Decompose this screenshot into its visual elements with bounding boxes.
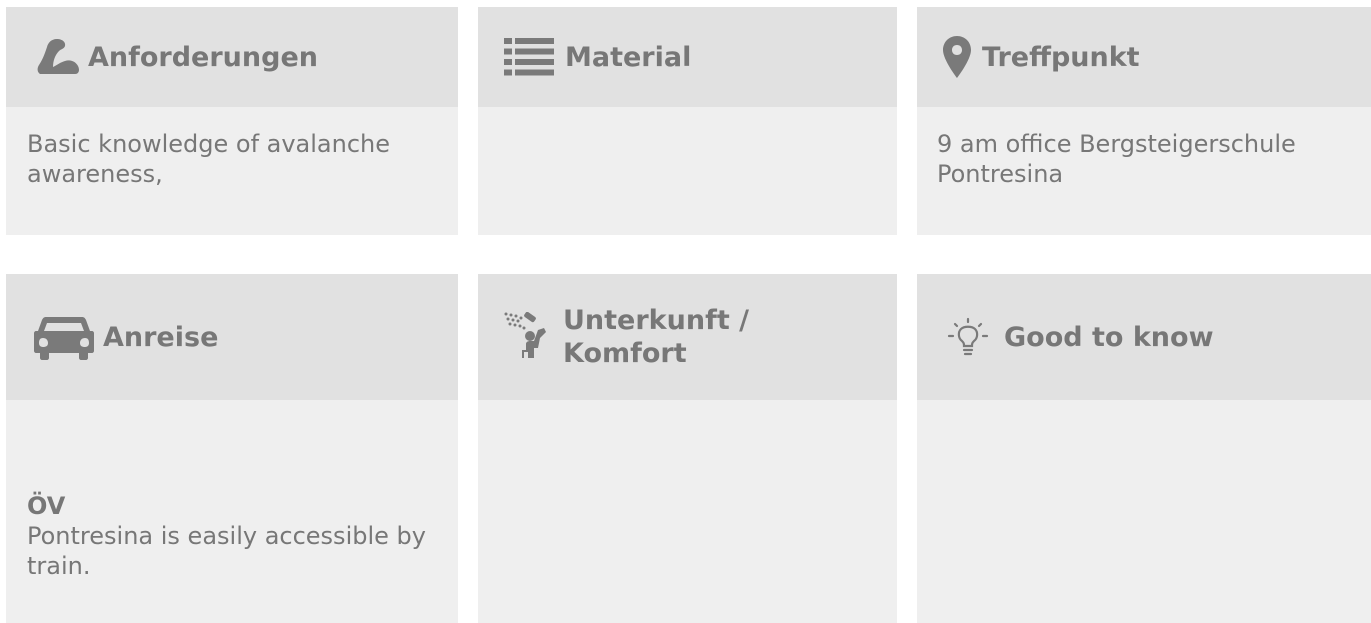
card-treffpunkt: Treffpunkt 9 am office Bergsteigerschule… bbox=[917, 7, 1371, 235]
card-good-to-know: Good to know bbox=[917, 274, 1371, 623]
card-header: Treffpunkt bbox=[917, 7, 1371, 107]
card-body-text: Basic knowledge of avalanche awareness, bbox=[27, 130, 391, 188]
card-anforderungen: Anforderungen Basic knowledge of avalanc… bbox=[6, 7, 458, 235]
card-title: Good to know bbox=[1004, 321, 1214, 353]
card-title: Unterkunft / Komfort bbox=[563, 304, 749, 370]
car-icon bbox=[33, 312, 95, 362]
card-body bbox=[917, 400, 1371, 623]
card-body-text: 9 am office Bergsteigerschule Pontresina bbox=[937, 130, 1296, 188]
card-title: Anreise bbox=[103, 321, 219, 353]
flexed-arm-icon bbox=[34, 37, 82, 77]
card-body: ÖV Pontresina is easily accessible by tr… bbox=[6, 400, 458, 623]
card-body bbox=[478, 400, 897, 623]
card-header: Anreise bbox=[6, 274, 458, 400]
map-marker-icon bbox=[942, 35, 972, 79]
card-header: Anforderungen bbox=[6, 7, 458, 107]
card-subheading: ÖV bbox=[27, 492, 66, 520]
card-title: Material bbox=[565, 41, 692, 73]
card-body: Basic knowledge of avalanche awareness, bbox=[6, 107, 458, 235]
card-title: Treffpunkt bbox=[982, 41, 1140, 73]
card-header: Good to know bbox=[917, 274, 1371, 400]
card-body-text: Pontresina is easily accessible by train… bbox=[27, 522, 426, 580]
card-body bbox=[478, 107, 897, 235]
card-material: Material bbox=[478, 7, 897, 235]
card-header: Unterkunft / Komfort bbox=[478, 274, 897, 400]
card-unterkunft-komfort: Unterkunft / Komfort bbox=[478, 274, 897, 623]
shower-icon bbox=[503, 311, 553, 363]
list-icon bbox=[503, 37, 555, 77]
card-title-line: Komfort bbox=[563, 338, 687, 369]
lightbulb-icon bbox=[940, 317, 996, 357]
card-body: 9 am office Bergsteigerschule Pontresina bbox=[917, 107, 1371, 235]
card-anreise: Anreise ÖV Pontresina is easily accessib… bbox=[6, 274, 458, 623]
card-title-line: Unterkunft / bbox=[563, 305, 749, 336]
card-title: Anforderungen bbox=[88, 41, 318, 73]
card-header: Material bbox=[478, 7, 897, 107]
